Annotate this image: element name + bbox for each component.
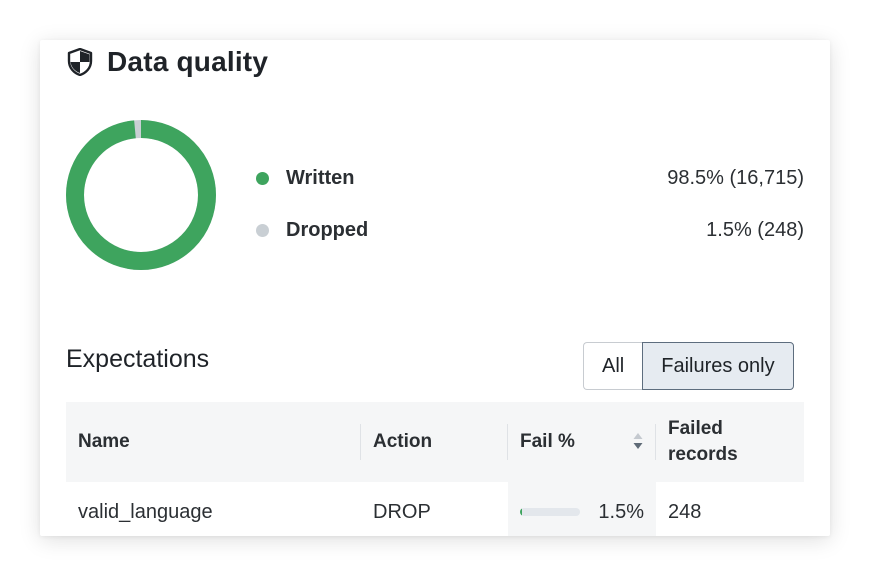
expectations-title: Expectations [66, 345, 210, 373]
donut-legend: Written 98.5% (16,715) Dropped 1.5% (248… [256, 152, 804, 256]
cell-fail-pct: 1.5% [508, 482, 656, 536]
fail-pct-bar [520, 508, 580, 516]
expectations-table: Name Action Fail % Failed records valid_… [66, 402, 804, 536]
fail-pct-value: 1.5% [598, 500, 644, 523]
written-color-dot [256, 171, 269, 185]
legend-item-dropped: Dropped 1.5% (248) [256, 204, 804, 256]
fail-pct-bar-fill [520, 508, 522, 516]
shield-icon [67, 48, 93, 76]
cell-name: valid_language [78, 500, 213, 523]
filter-toggle: All Failures only [583, 342, 794, 390]
cell-action: DROP [373, 500, 431, 523]
donut-written-arc [66, 120, 216, 270]
sort-icon[interactable] [632, 430, 644, 452]
dropped-color-dot [256, 223, 269, 237]
data-quality-card: Data quality Written 98.5% (16,715) Drop… [40, 40, 830, 536]
records-donut-chart [66, 120, 216, 270]
legend-value: 1.5% (248) [706, 218, 804, 241]
table-body: valid_language DROP 1.5% 248 [66, 482, 804, 536]
column-header-action[interactable]: Action [361, 402, 508, 482]
legend-label: Dropped [286, 218, 369, 241]
legend-item-written: Written 98.5% (16,715) [256, 152, 804, 204]
column-header-name[interactable]: Name [66, 402, 361, 482]
column-header-label: Fail % [520, 431, 575, 452]
legend-label: Written [286, 166, 355, 189]
cell-failed-records: 248 [668, 500, 702, 523]
page-title: Data quality [107, 46, 269, 77]
card-header: Data quality [67, 46, 268, 78]
table-row[interactable]: valid_language DROP 1.5% 248 [66, 482, 804, 536]
column-header-failed-records[interactable]: Failed records [656, 402, 804, 482]
column-header-fail-pct[interactable]: Fail % [508, 402, 656, 482]
filter-all-button[interactable]: All [583, 342, 643, 390]
filter-failures-only-button[interactable]: Failures only [642, 342, 794, 390]
legend-value: 98.5% (16,715) [667, 166, 804, 189]
table-header: Name Action Fail % Failed records [66, 402, 804, 482]
